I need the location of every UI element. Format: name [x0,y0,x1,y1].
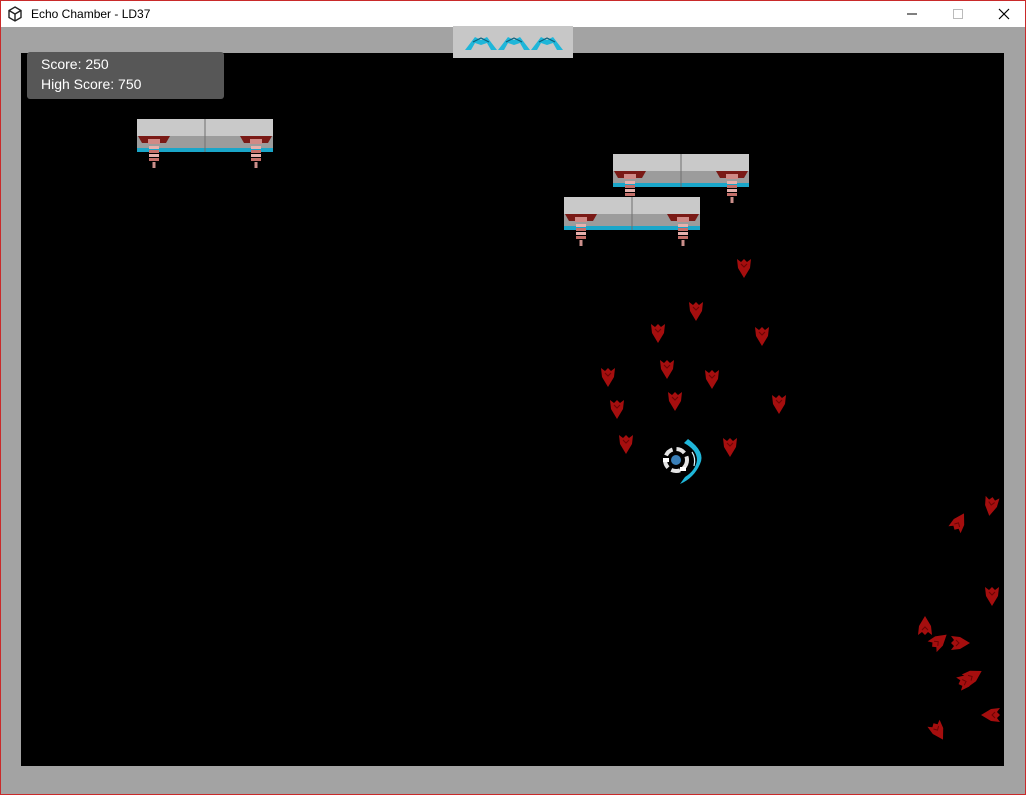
enemy-ship [737,259,751,278]
enemy-ship [668,392,682,411]
enemy-ship [651,324,665,343]
player-ship [663,439,702,484]
enemy-ship [660,360,674,379]
enemy-ship [985,495,1000,516]
enemy-ship [951,636,970,650]
enemy-ship [985,587,999,606]
enemy-ship [981,708,1000,722]
space-station [137,119,273,168]
enemy-ship [772,395,786,414]
enemy-ship [755,327,769,346]
enemy-ship [723,438,737,457]
game-scene [137,119,1000,740]
enemy-ship [689,302,703,321]
enemy-ship [918,616,932,635]
enemy-ship [948,513,965,534]
enemy-ship [927,719,944,740]
space-station [613,154,749,203]
space-station [564,197,700,246]
enemy-ship [705,370,719,389]
enemy-ship [601,368,615,387]
enemy-ship [610,400,624,419]
enemy-ship [619,435,633,454]
